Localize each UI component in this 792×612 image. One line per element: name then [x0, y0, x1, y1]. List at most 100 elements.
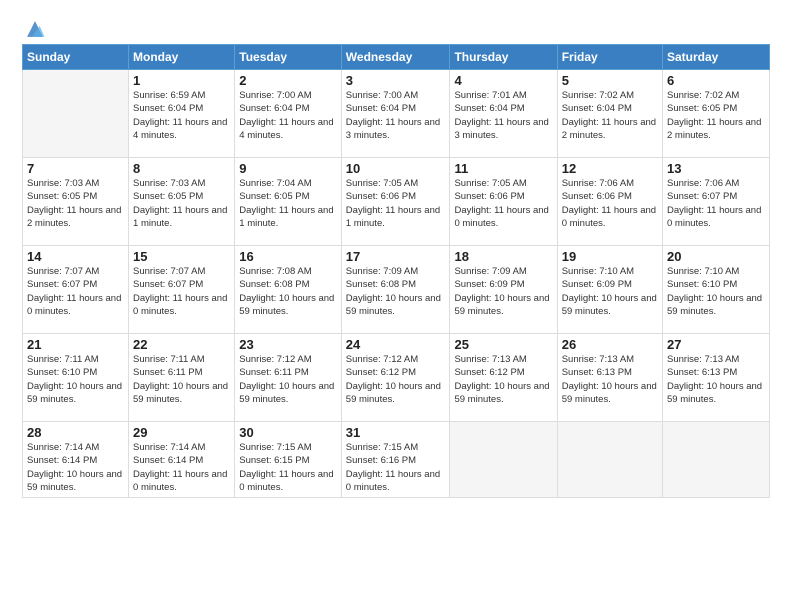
day-of-week-header: Wednesday	[341, 45, 450, 70]
day-of-week-header: Friday	[557, 45, 662, 70]
day-info: Sunrise: 7:07 AM Sunset: 6:07 PM Dayligh…	[27, 265, 124, 318]
day-info: Sunrise: 7:13 AM Sunset: 6:13 PM Dayligh…	[562, 353, 658, 406]
day-number: 14	[27, 249, 124, 264]
day-number: 13	[667, 161, 765, 176]
day-number: 18	[454, 249, 552, 264]
calendar-cell: 12Sunrise: 7:06 AM Sunset: 6:06 PM Dayli…	[557, 158, 662, 246]
day-number: 20	[667, 249, 765, 264]
day-info: Sunrise: 7:05 AM Sunset: 6:06 PM Dayligh…	[454, 177, 552, 230]
day-info: Sunrise: 7:14 AM Sunset: 6:14 PM Dayligh…	[133, 441, 230, 494]
day-number: 31	[346, 425, 446, 440]
day-number: 4	[454, 73, 552, 88]
calendar-cell: 11Sunrise: 7:05 AM Sunset: 6:06 PM Dayli…	[450, 158, 557, 246]
calendar-cell	[23, 70, 129, 158]
day-number: 28	[27, 425, 124, 440]
calendar-cell: 13Sunrise: 7:06 AM Sunset: 6:07 PM Dayli…	[663, 158, 770, 246]
day-number: 17	[346, 249, 446, 264]
calendar-cell: 8Sunrise: 7:03 AM Sunset: 6:05 PM Daylig…	[129, 158, 235, 246]
calendar-cell: 25Sunrise: 7:13 AM Sunset: 6:12 PM Dayli…	[450, 334, 557, 422]
day-info: Sunrise: 7:06 AM Sunset: 6:06 PM Dayligh…	[562, 177, 658, 230]
day-number: 30	[239, 425, 337, 440]
day-info: Sunrise: 7:14 AM Sunset: 6:14 PM Dayligh…	[27, 441, 124, 494]
calendar-cell: 19Sunrise: 7:10 AM Sunset: 6:09 PM Dayli…	[557, 246, 662, 334]
calendar-cell: 15Sunrise: 7:07 AM Sunset: 6:07 PM Dayli…	[129, 246, 235, 334]
day-number: 12	[562, 161, 658, 176]
calendar-cell: 29Sunrise: 7:14 AM Sunset: 6:14 PM Dayli…	[129, 422, 235, 498]
day-info: Sunrise: 7:12 AM Sunset: 6:12 PM Dayligh…	[346, 353, 446, 406]
header	[22, 18, 770, 34]
day-info: Sunrise: 7:03 AM Sunset: 6:05 PM Dayligh…	[133, 177, 230, 230]
day-info: Sunrise: 7:05 AM Sunset: 6:06 PM Dayligh…	[346, 177, 446, 230]
calendar-cell: 10Sunrise: 7:05 AM Sunset: 6:06 PM Dayli…	[341, 158, 450, 246]
day-number: 16	[239, 249, 337, 264]
day-number: 27	[667, 337, 765, 352]
calendar-cell: 3Sunrise: 7:00 AM Sunset: 6:04 PM Daylig…	[341, 70, 450, 158]
day-number: 15	[133, 249, 230, 264]
calendar-cell: 2Sunrise: 7:00 AM Sunset: 6:04 PM Daylig…	[235, 70, 342, 158]
day-info: Sunrise: 7:11 AM Sunset: 6:10 PM Dayligh…	[27, 353, 124, 406]
day-number: 26	[562, 337, 658, 352]
day-info: Sunrise: 7:11 AM Sunset: 6:11 PM Dayligh…	[133, 353, 230, 406]
calendar-cell: 27Sunrise: 7:13 AM Sunset: 6:13 PM Dayli…	[663, 334, 770, 422]
day-number: 29	[133, 425, 230, 440]
calendar-cell: 20Sunrise: 7:10 AM Sunset: 6:10 PM Dayli…	[663, 246, 770, 334]
day-info: Sunrise: 7:08 AM Sunset: 6:08 PM Dayligh…	[239, 265, 337, 318]
calendar-cell: 16Sunrise: 7:08 AM Sunset: 6:08 PM Dayli…	[235, 246, 342, 334]
day-info: Sunrise: 7:10 AM Sunset: 6:10 PM Dayligh…	[667, 265, 765, 318]
day-info: Sunrise: 7:02 AM Sunset: 6:04 PM Dayligh…	[562, 89, 658, 142]
calendar-cell	[557, 422, 662, 498]
day-info: Sunrise: 7:15 AM Sunset: 6:16 PM Dayligh…	[346, 441, 446, 494]
calendar-cell: 17Sunrise: 7:09 AM Sunset: 6:08 PM Dayli…	[341, 246, 450, 334]
calendar-cell: 30Sunrise: 7:15 AM Sunset: 6:15 PM Dayli…	[235, 422, 342, 498]
calendar-cell: 23Sunrise: 7:12 AM Sunset: 6:11 PM Dayli…	[235, 334, 342, 422]
calendar-cell	[663, 422, 770, 498]
day-number: 6	[667, 73, 765, 88]
calendar-cell: 21Sunrise: 7:11 AM Sunset: 6:10 PM Dayli…	[23, 334, 129, 422]
day-number: 25	[454, 337, 552, 352]
day-info: Sunrise: 7:10 AM Sunset: 6:09 PM Dayligh…	[562, 265, 658, 318]
day-of-week-header: Thursday	[450, 45, 557, 70]
day-number: 22	[133, 337, 230, 352]
calendar-cell: 18Sunrise: 7:09 AM Sunset: 6:09 PM Dayli…	[450, 246, 557, 334]
calendar-cell: 14Sunrise: 7:07 AM Sunset: 6:07 PM Dayli…	[23, 246, 129, 334]
logo	[22, 18, 46, 34]
day-number: 9	[239, 161, 337, 176]
day-number: 8	[133, 161, 230, 176]
day-info: Sunrise: 6:59 AM Sunset: 6:04 PM Dayligh…	[133, 89, 230, 142]
calendar-cell: 1Sunrise: 6:59 AM Sunset: 6:04 PM Daylig…	[129, 70, 235, 158]
day-number: 3	[346, 73, 446, 88]
day-info: Sunrise: 7:13 AM Sunset: 6:13 PM Dayligh…	[667, 353, 765, 406]
calendar-cell: 5Sunrise: 7:02 AM Sunset: 6:04 PM Daylig…	[557, 70, 662, 158]
day-info: Sunrise: 7:06 AM Sunset: 6:07 PM Dayligh…	[667, 177, 765, 230]
day-info: Sunrise: 7:15 AM Sunset: 6:15 PM Dayligh…	[239, 441, 337, 494]
calendar-cell: 28Sunrise: 7:14 AM Sunset: 6:14 PM Dayli…	[23, 422, 129, 498]
calendar: SundayMondayTuesdayWednesdayThursdayFrid…	[22, 44, 770, 498]
calendar-cell: 24Sunrise: 7:12 AM Sunset: 6:12 PM Dayli…	[341, 334, 450, 422]
calendar-cell: 31Sunrise: 7:15 AM Sunset: 6:16 PM Dayli…	[341, 422, 450, 498]
calendar-cell: 6Sunrise: 7:02 AM Sunset: 6:05 PM Daylig…	[663, 70, 770, 158]
day-number: 10	[346, 161, 446, 176]
day-number: 7	[27, 161, 124, 176]
day-number: 5	[562, 73, 658, 88]
calendar-cell: 22Sunrise: 7:11 AM Sunset: 6:11 PM Dayli…	[129, 334, 235, 422]
day-info: Sunrise: 7:00 AM Sunset: 6:04 PM Dayligh…	[239, 89, 337, 142]
day-info: Sunrise: 7:07 AM Sunset: 6:07 PM Dayligh…	[133, 265, 230, 318]
day-info: Sunrise: 7:00 AM Sunset: 6:04 PM Dayligh…	[346, 89, 446, 142]
calendar-cell: 7Sunrise: 7:03 AM Sunset: 6:05 PM Daylig…	[23, 158, 129, 246]
day-info: Sunrise: 7:01 AM Sunset: 6:04 PM Dayligh…	[454, 89, 552, 142]
day-number: 1	[133, 73, 230, 88]
page: SundayMondayTuesdayWednesdayThursdayFrid…	[0, 0, 792, 612]
day-info: Sunrise: 7:12 AM Sunset: 6:11 PM Dayligh…	[239, 353, 337, 406]
calendar-cell: 4Sunrise: 7:01 AM Sunset: 6:04 PM Daylig…	[450, 70, 557, 158]
day-number: 19	[562, 249, 658, 264]
day-info: Sunrise: 7:03 AM Sunset: 6:05 PM Dayligh…	[27, 177, 124, 230]
day-number: 2	[239, 73, 337, 88]
day-number: 11	[454, 161, 552, 176]
day-number: 21	[27, 337, 124, 352]
day-of-week-header: Sunday	[23, 45, 129, 70]
day-number: 24	[346, 337, 446, 352]
day-of-week-header: Tuesday	[235, 45, 342, 70]
day-of-week-header: Monday	[129, 45, 235, 70]
day-info: Sunrise: 7:09 AM Sunset: 6:08 PM Dayligh…	[346, 265, 446, 318]
day-of-week-header: Saturday	[663, 45, 770, 70]
